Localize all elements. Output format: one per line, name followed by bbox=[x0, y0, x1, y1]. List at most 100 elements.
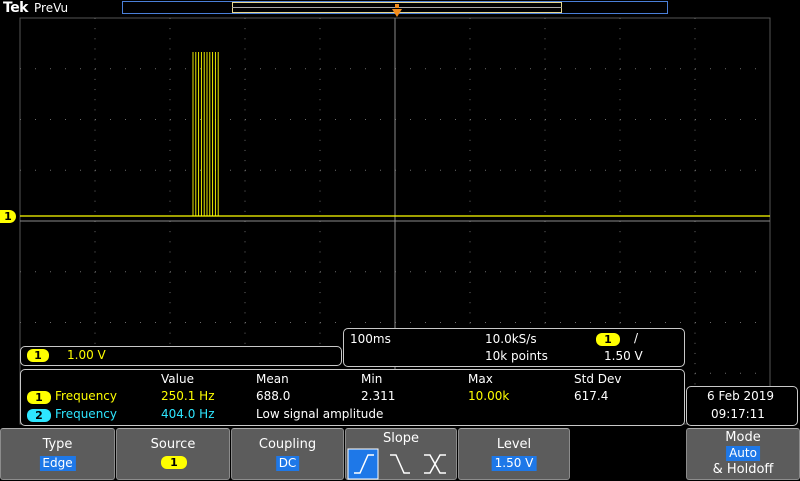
softkey-mode-holdoff[interactable]: Mode Auto & Holdoff bbox=[686, 428, 800, 480]
graticule-dot bbox=[350, 169, 351, 171]
graticule-dot bbox=[319, 109, 321, 111]
graticule-dot bbox=[694, 312, 696, 314]
graticule-dot bbox=[694, 78, 696, 80]
graticule-dot bbox=[94, 18, 96, 19]
graticule-dot bbox=[305, 271, 306, 273]
either-edge-icon[interactable] bbox=[424, 454, 446, 474]
softkey-source-label: Source bbox=[150, 437, 196, 452]
graticule-dot bbox=[35, 169, 36, 171]
graticule-dot bbox=[650, 68, 651, 70]
graticule-dot bbox=[619, 292, 621, 294]
graticule-dot bbox=[169, 58, 171, 60]
graticule-dot bbox=[319, 312, 321, 314]
graticule-dot bbox=[94, 58, 96, 60]
graticule-dot bbox=[469, 312, 471, 314]
graticule-dot bbox=[619, 99, 621, 101]
channel1-scale-panel[interactable]: 1 1.00 V bbox=[20, 346, 342, 366]
graticule-dot bbox=[694, 38, 696, 40]
graticule-dot bbox=[680, 271, 681, 273]
graticule-dot bbox=[605, 119, 606, 120]
graticule-dot bbox=[575, 68, 576, 70]
graticule-dot bbox=[169, 332, 171, 334]
graticule-dot bbox=[694, 363, 696, 365]
graticule-dot bbox=[544, 109, 546, 111]
graticule-dot bbox=[94, 89, 96, 91]
graticule-dot bbox=[694, 241, 696, 243]
graticule-dot bbox=[485, 271, 486, 273]
graticule-dot bbox=[590, 119, 591, 120]
graticule-dot bbox=[544, 149, 546, 151]
graticule-dot bbox=[619, 18, 621, 19]
graticule-dot bbox=[710, 372, 711, 374]
graticule-dot bbox=[94, 48, 96, 50]
softkey-slope[interactable]: Slope bbox=[345, 428, 457, 480]
softkey-coupling-value: DC bbox=[275, 456, 300, 471]
timebase-trigger-panel[interactable]: 100ms 10.0kS/s 10k points 1 / 1.50 V bbox=[343, 328, 685, 367]
graticule-dot bbox=[485, 169, 486, 171]
graticule-dot bbox=[440, 322, 441, 323]
graticule-dot bbox=[275, 271, 276, 273]
graticule-dot bbox=[335, 68, 336, 70]
graticule-dot bbox=[65, 119, 66, 120]
graticule-dot bbox=[694, 190, 696, 192]
graticule-dot bbox=[244, 48, 246, 50]
graticule-dot bbox=[619, 78, 621, 80]
graticule-dot bbox=[755, 119, 756, 120]
softkey-level[interactable]: Level 1.50 V bbox=[458, 428, 570, 480]
measurement-panel[interactable]: Value Mean Min Max Std Dev 1 Frequency 2… bbox=[20, 369, 685, 426]
channel1-ground-marker[interactable]: 1 bbox=[0, 210, 16, 223]
graticule-dot bbox=[244, 129, 246, 131]
graticule-dot bbox=[619, 312, 621, 314]
sample-rate: 10.0kS/s bbox=[485, 332, 537, 346]
time-readout: 09:17:11 bbox=[711, 407, 765, 421]
graticule-dot bbox=[290, 68, 291, 70]
graticule-dot bbox=[469, 109, 471, 111]
graticule-dot bbox=[635, 68, 636, 70]
graticule-dot bbox=[694, 231, 696, 233]
graticule-dot bbox=[320, 169, 321, 171]
graticule-dot bbox=[455, 68, 456, 70]
graticule-dot bbox=[244, 241, 246, 243]
graticule-dot bbox=[560, 322, 561, 323]
graticule-dot bbox=[155, 119, 156, 120]
graticule-dot bbox=[694, 99, 696, 101]
graticule-dot bbox=[350, 322, 351, 323]
graticule-dot bbox=[695, 322, 696, 323]
meas-row1-name: Frequency bbox=[55, 389, 117, 403]
graticule-dot bbox=[425, 68, 426, 70]
graticule-dot bbox=[170, 68, 171, 70]
graticule-dot bbox=[320, 322, 321, 323]
graticule-dot bbox=[319, 261, 321, 263]
graticule-dot bbox=[94, 342, 96, 344]
graticule-dot bbox=[515, 169, 516, 171]
graticule-dot bbox=[605, 271, 606, 273]
falling-edge-icon[interactable] bbox=[390, 454, 410, 474]
graticule-dot bbox=[169, 251, 171, 253]
graticule-dot bbox=[545, 271, 546, 273]
meas-header-mean: Mean bbox=[256, 372, 289, 386]
softkey-source[interactable]: Source 1 bbox=[116, 428, 230, 480]
softkey-type[interactable]: Type Edge bbox=[0, 428, 115, 480]
graticule-dot bbox=[319, 89, 321, 91]
graticule-dot bbox=[410, 322, 411, 323]
graticule-dot bbox=[80, 322, 81, 323]
graticule-dot bbox=[319, 139, 321, 141]
softkey-coupling-label: Coupling bbox=[258, 437, 317, 452]
softkey-coupling[interactable]: Coupling DC bbox=[231, 428, 344, 480]
graticule-dot bbox=[665, 322, 666, 323]
graticule-dot bbox=[319, 302, 321, 304]
graticule-dot bbox=[530, 271, 531, 273]
trigger-position-icon[interactable] bbox=[392, 4, 402, 22]
graticule-dot bbox=[169, 28, 171, 30]
graticule-dot bbox=[94, 149, 96, 151]
graticule-dot bbox=[619, 180, 621, 182]
graticule-dot bbox=[94, 99, 96, 101]
graticule-dot bbox=[65, 271, 66, 273]
graticule-dot bbox=[155, 271, 156, 273]
graticule-dot bbox=[680, 169, 681, 171]
graticule-dot bbox=[694, 251, 696, 253]
graticule-dot bbox=[500, 169, 501, 171]
graticule-dot bbox=[244, 58, 246, 60]
graticule-dot bbox=[545, 322, 546, 323]
slope-rising-selected-bg bbox=[347, 448, 379, 480]
